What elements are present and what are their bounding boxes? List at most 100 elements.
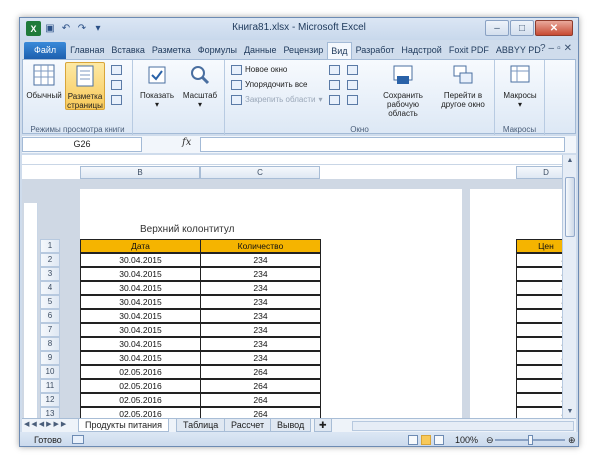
table-cell-quantity[interactable]: 264 <box>200 407 321 418</box>
column-header-b[interactable]: B <box>80 166 200 179</box>
table-cell-date[interactable]: 30.04.2015 <box>80 267 201 281</box>
table-cell-date[interactable]: 30.04.2015 <box>80 337 201 351</box>
table-cell-price[interactable]: 45 <box>516 295 562 309</box>
table-cell-date[interactable]: 30.04.2015 <box>80 309 201 323</box>
table-cell-date[interactable]: 30.04.2015 <box>80 323 201 337</box>
name-box[interactable]: G26 <box>22 137 142 152</box>
unhide-icon[interactable] <box>329 93 340 107</box>
tab-review[interactable]: Рецензир <box>280 42 326 59</box>
tab-file[interactable]: Файл <box>24 42 67 59</box>
header-cell-price[interactable]: Цен <box>516 239 562 253</box>
table-cell-price[interactable]: 45 <box>516 281 562 295</box>
tab-foxit-pdf[interactable]: Foxit PDF <box>446 42 492 59</box>
table-cell-quantity[interactable]: 234 <box>200 337 321 351</box>
reset-position-icon[interactable] <box>347 93 358 107</box>
hide-icon[interactable] <box>329 78 340 92</box>
table-cell-quantity[interactable]: 234 <box>200 267 321 281</box>
table-cell-quantity[interactable]: 264 <box>200 365 321 379</box>
sheet-nav-icon[interactable]: ◀◀◀▶▶▶ <box>24 420 68 428</box>
table-cell-date[interactable]: 30.04.2015 <box>80 281 201 295</box>
row-header[interactable]: 12 <box>40 393 60 407</box>
row-header[interactable]: 3 <box>40 267 60 281</box>
horizontal-scrollbar[interactable] <box>352 421 574 431</box>
full-screen-icon[interactable] <box>111 93 122 107</box>
sync-scroll-icon[interactable] <box>347 78 358 92</box>
row-header[interactable]: 9 <box>40 351 60 365</box>
tab-page-layout[interactable]: Разметка <box>149 42 194 59</box>
formula-input[interactable] <box>200 137 565 152</box>
table-cell-quantity[interactable]: 234 <box>200 281 321 295</box>
row-header[interactable]: 7 <box>40 323 60 337</box>
zoom-button[interactable]: Масштаб ▾ <box>179 62 221 110</box>
table-cell-price[interactable]: 45 <box>516 365 562 379</box>
show-button[interactable]: Показать ▾ <box>137 62 177 110</box>
page-header[interactable]: Верхний колонтитул <box>140 224 235 235</box>
zoom-out-icon[interactable]: ⊖ <box>486 432 494 446</box>
macros-button[interactable]: Макросы ▾ <box>499 62 541 110</box>
help-icon[interactable]: ? <box>540 43 546 54</box>
ribbon-minimize-icon[interactable]: – <box>549 43 555 54</box>
freeze-panes-button[interactable]: Закрепить области ▾ <box>231 93 322 107</box>
tab-home[interactable]: Главная <box>67 42 107 59</box>
tab-view[interactable]: Вид <box>327 42 352 59</box>
table-cell-quantity[interactable]: 264 <box>200 393 321 407</box>
table-cell-price[interactable]: 45 <box>516 337 562 351</box>
normal-view-status-icon[interactable] <box>408 435 418 445</box>
table-cell-price[interactable]: 45 <box>516 253 562 267</box>
table-cell-date[interactable]: 30.04.2015 <box>80 253 201 267</box>
table-cell-quantity[interactable]: 234 <box>200 295 321 309</box>
side-by-side-icon[interactable] <box>347 63 358 77</box>
row-header[interactable]: 2 <box>40 253 60 267</box>
row-header[interactable]: 4 <box>40 281 60 295</box>
page-layout-view-button[interactable]: Разметка страницы <box>65 62 105 110</box>
table-cell-price[interactable]: 45 <box>516 323 562 337</box>
ribbon-close-icon[interactable]: ✕ <box>564 43 572 54</box>
page-break-status-icon[interactable] <box>434 435 444 445</box>
row-header[interactable]: 8 <box>40 337 60 351</box>
switch-windows-button[interactable]: Перейти в другое окно <box>435 62 491 110</box>
row-header[interactable]: 6 <box>40 309 60 323</box>
column-header-d[interactable]: D <box>516 166 562 179</box>
close-button[interactable]: ✕ <box>535 20 573 36</box>
macro-record-icon[interactable] <box>72 435 84 444</box>
maximize-button[interactable]: □ <box>510 20 534 36</box>
vertical-scroll-thumb[interactable] <box>565 177 575 237</box>
table-cell-price[interactable]: 45 <box>516 351 562 365</box>
zoom-slider-thumb[interactable] <box>528 435 533 445</box>
scroll-up-icon[interactable]: ▲ <box>563 155 577 167</box>
row-header[interactable]: 11 <box>40 379 60 393</box>
tab-addins[interactable]: Надстрой <box>398 42 444 59</box>
sheet-tab-calc[interactable]: Рассчет <box>224 419 272 432</box>
table-cell-date[interactable]: 02.05.2016 <box>80 407 201 418</box>
split-icon[interactable] <box>329 63 340 77</box>
scroll-down-icon[interactable]: ▼ <box>563 406 577 418</box>
new-window-button[interactable]: Новое окно <box>231 63 287 77</box>
table-cell-price[interactable]: 45 <box>516 309 562 323</box>
row-header[interactable]: 13 <box>40 407 60 418</box>
row-header[interactable]: 10 <box>40 365 60 379</box>
fx-icon[interactable]: fx <box>182 137 191 148</box>
page-break-preview-icon[interactable] <box>111 63 122 77</box>
custom-views-icon[interactable] <box>111 78 122 92</box>
ribbon-restore-icon[interactable]: ▫ <box>557 43 561 54</box>
table-cell-quantity[interactable]: 234 <box>200 253 321 267</box>
row-header[interactable]: 5 <box>40 295 60 309</box>
tab-formulas[interactable]: Формулы <box>195 42 240 59</box>
save-workspace-button[interactable]: Сохранить рабочую область <box>373 62 433 118</box>
table-cell-quantity[interactable]: 264 <box>200 379 321 393</box>
tab-data[interactable]: Данные <box>241 42 280 59</box>
header-cell-quantity[interactable]: Количество <box>200 239 321 253</box>
sheet-tab-output[interactable]: Вывод <box>270 419 312 432</box>
zoom-in-icon[interactable]: ⊕ <box>568 432 576 446</box>
row-header[interactable]: 1 <box>40 239 60 253</box>
table-cell-date[interactable]: 30.04.2015 <box>80 295 201 309</box>
zoom-level[interactable]: 100% <box>455 432 478 446</box>
header-cell-date[interactable]: Дата <box>80 239 201 253</box>
tab-insert[interactable]: Вставка <box>108 42 147 59</box>
table-cell-price[interactable]: 45 <box>516 393 562 407</box>
table-cell-quantity[interactable]: 234 <box>200 309 321 323</box>
page-layout-status-icon[interactable] <box>421 435 431 445</box>
table-cell-date[interactable]: 02.05.2016 <box>80 393 201 407</box>
insert-sheet-icon[interactable]: ✚ <box>314 419 332 432</box>
table-cell-date[interactable]: 02.05.2016 <box>80 379 201 393</box>
